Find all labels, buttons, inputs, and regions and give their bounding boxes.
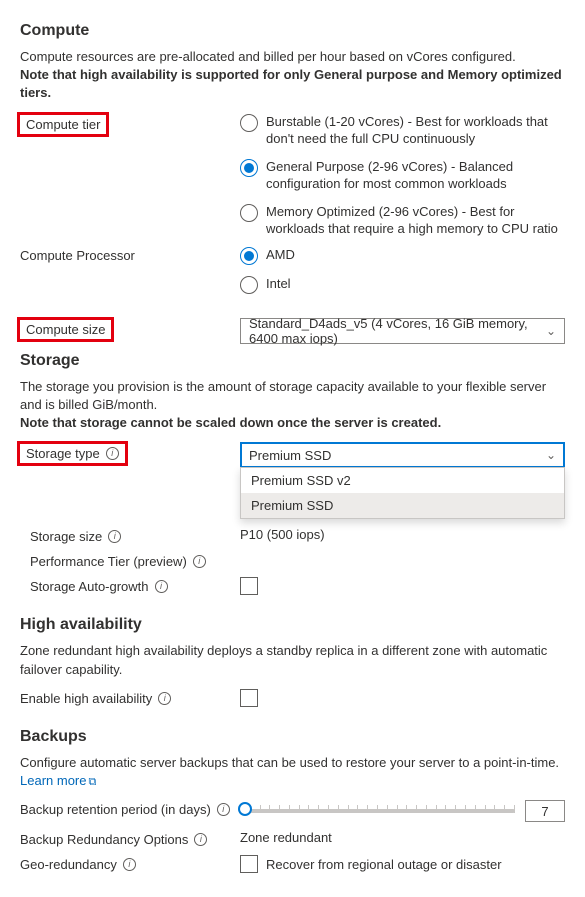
geo-redundancy-text: Recover from regional outage or disaster	[266, 857, 502, 872]
compute-desc: Compute resources are pre-allocated and …	[20, 48, 565, 103]
chevron-down-icon: ⌄	[546, 324, 556, 338]
compute-heading: Compute	[20, 22, 565, 40]
info-icon[interactable]: i	[155, 580, 168, 593]
compute-tier-radio-group: Burstable (1-20 vCores) - Best for workl…	[240, 113, 565, 238]
enable-ha-label: Enable high availability i	[20, 689, 240, 706]
retention-slider[interactable]	[240, 809, 515, 813]
compute-size-select[interactable]: Standard_D4ads_v5 (4 vCores, 16 GiB memo…	[240, 318, 565, 344]
storage-autogrowth-label: Storage Auto-growth i	[20, 577, 240, 594]
enable-ha-checkbox[interactable]	[240, 689, 258, 707]
radio-label: Intel	[266, 275, 291, 293]
radio-label: AMD	[266, 246, 295, 264]
compute-size-label: Compute size	[20, 320, 111, 339]
geo-redundancy-label: Geo-redundancy i	[20, 855, 240, 872]
storage-type-value: Premium SSD	[249, 448, 331, 463]
radio-label: Burstable (1-20 vCores) - Best for workl…	[266, 113, 565, 148]
compute-tier-general[interactable]: General Purpose (2-96 vCores) - Balanced…	[240, 158, 565, 193]
compute-processor-label: Compute Processor	[20, 246, 240, 263]
radio-icon	[240, 204, 258, 222]
backup-redundancy-value: Zone redundant	[240, 830, 565, 845]
storage-desc: The storage you provision is the amount …	[20, 378, 565, 433]
backup-redundancy-label: Backup Redundancy Options i	[20, 830, 240, 847]
storage-type-label: Storage type	[26, 446, 100, 461]
info-icon[interactable]: i	[194, 833, 207, 846]
info-icon[interactable]: i	[193, 555, 206, 568]
info-icon[interactable]: i	[106, 447, 119, 460]
retention-label: Backup retention period (in days) i	[20, 800, 240, 817]
info-icon[interactable]: i	[158, 692, 171, 705]
storage-type-option-ssd-v2[interactable]: Premium SSD v2	[241, 468, 564, 493]
compute-desc-line1: Compute resources are pre-allocated and …	[20, 49, 516, 64]
storage-perf-value-under: P10 (500 iops)	[240, 527, 565, 542]
storage-type-select[interactable]: Premium SSD ⌄	[240, 442, 565, 468]
chevron-down-icon: ⌄	[546, 448, 556, 462]
compute-processor-amd[interactable]: AMD	[240, 246, 565, 265]
compute-tier-memory[interactable]: Memory Optimized (2-96 vCores) - Best fo…	[240, 203, 565, 238]
compute-processor-intel[interactable]: Intel	[240, 275, 565, 294]
info-icon[interactable]: i	[217, 803, 230, 816]
performance-tier-label: Performance Tier (preview) i	[20, 552, 240, 569]
info-icon[interactable]: i	[108, 530, 121, 543]
ha-heading: High availability	[20, 616, 565, 634]
external-link-icon: ⧉	[88, 775, 96, 790]
backups-desc: Configure automatic server backups that …	[20, 754, 565, 791]
compute-desc-line2: Note that high availability is supported…	[20, 67, 562, 100]
storage-heading: Storage	[20, 352, 565, 370]
storage-size-label: Storage size i	[20, 527, 240, 544]
geo-redundancy-checkbox[interactable]	[240, 855, 258, 873]
compute-processor-radio-group: AMD Intel	[240, 246, 565, 294]
storage-type-label-box: Storage type i	[20, 444, 125, 463]
slider-ticks	[240, 805, 515, 817]
radio-label: General Purpose (2-96 vCores) - Balanced…	[266, 158, 565, 193]
storage-type-dropdown: Premium SSD v2 Premium SSD	[240, 467, 565, 519]
backups-desc-text: Configure automatic server backups that …	[20, 755, 559, 770]
compute-size-value: Standard_D4ads_v5 (4 vCores, 16 GiB memo…	[249, 316, 546, 346]
radio-icon	[240, 114, 258, 132]
storage-desc-line2: Note that storage cannot be scaled down …	[20, 415, 441, 430]
ha-desc: Zone redundant high availability deploys…	[20, 642, 565, 678]
radio-label: Memory Optimized (2-96 vCores) - Best fo…	[266, 203, 565, 238]
backups-heading: Backups	[20, 728, 565, 746]
info-icon[interactable]: i	[123, 858, 136, 871]
storage-type-option-ssd[interactable]: Premium SSD	[241, 493, 564, 518]
storage-autogrowth-checkbox[interactable]	[240, 577, 258, 595]
compute-tier-burstable[interactable]: Burstable (1-20 vCores) - Best for workl…	[240, 113, 565, 148]
learn-more-link[interactable]: Learn more⧉	[20, 773, 96, 788]
compute-tier-label: Compute tier	[20, 115, 106, 134]
retention-input[interactable]: 7	[525, 800, 565, 822]
radio-icon	[240, 159, 258, 177]
radio-icon	[240, 276, 258, 294]
storage-desc-line1: The storage you provision is the amount …	[20, 379, 546, 412]
radio-icon	[240, 247, 258, 265]
